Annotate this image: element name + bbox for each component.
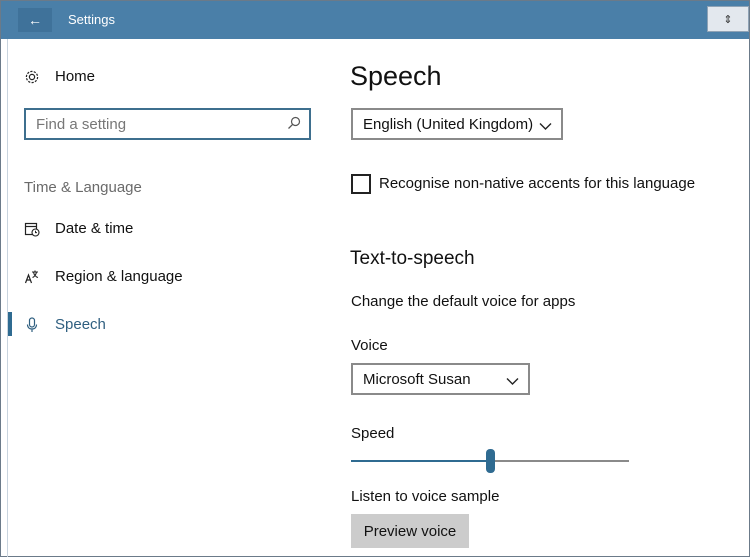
voice-dropdown[interactable]: Microsoft Susan [351,363,530,395]
calendar-clock-icon [24,221,40,237]
search-box[interactable] [24,108,311,140]
microphone-icon [24,316,40,333]
back-button[interactable]: ← [18,8,52,32]
sidebar-item-label: Speech [55,316,106,333]
content-divider [7,39,8,557]
sidebar-item-date-time[interactable]: Date & time [24,220,133,237]
search-icon[interactable] [287,116,301,135]
sidebar-item-region-language[interactable]: Region & language [24,268,183,285]
speed-slider-thumb[interactable] [485,449,495,473]
sidebar-item-label: Home [55,68,96,85]
voice-label: Voice [351,337,388,354]
sidebar-item-speech[interactable]: Speech [24,316,106,333]
section-label: Time & Language [24,179,142,196]
voice-dropdown-value: Microsoft Susan [363,370,471,388]
chevron-down-icon [539,118,552,135]
search-input[interactable] [36,114,281,134]
language-icon [24,269,40,285]
tts-description: Change the default voice for apps [351,293,576,310]
sample-label: Listen to voice sample [351,488,500,505]
sidebar-item-home[interactable]: Home [24,68,95,85]
sidebar-item-label: Region & language [55,268,183,285]
speed-slider-fill[interactable] [351,460,490,462]
window-title: Settings [68,12,115,27]
accent-checkbox[interactable] [351,174,371,194]
tts-heading: Text-to-speech [350,248,475,269]
speed-slider-track[interactable] [490,460,629,462]
speed-label: Speed [351,425,395,442]
language-dropdown-value: English (United Kingdom) [363,115,534,133]
page-title: Speech [350,61,442,91]
maximize-button[interactable]: ⇕ [707,6,749,32]
title-bar: ← Settings ⇕ [1,1,749,39]
selected-indicator [8,312,12,336]
chevron-down-icon [506,373,519,390]
gear-icon [24,69,40,85]
language-dropdown[interactable]: English (United Kingdom) [351,108,563,140]
accent-checkbox-label: Recognise non-native accents for this la… [379,175,696,192]
settings-window: s ← Settings ⇕ Home Time & Language [0,0,750,557]
sidebar-item-label: Date & time [55,220,134,237]
preview-voice-button[interactable]: Preview voice [351,514,469,548]
